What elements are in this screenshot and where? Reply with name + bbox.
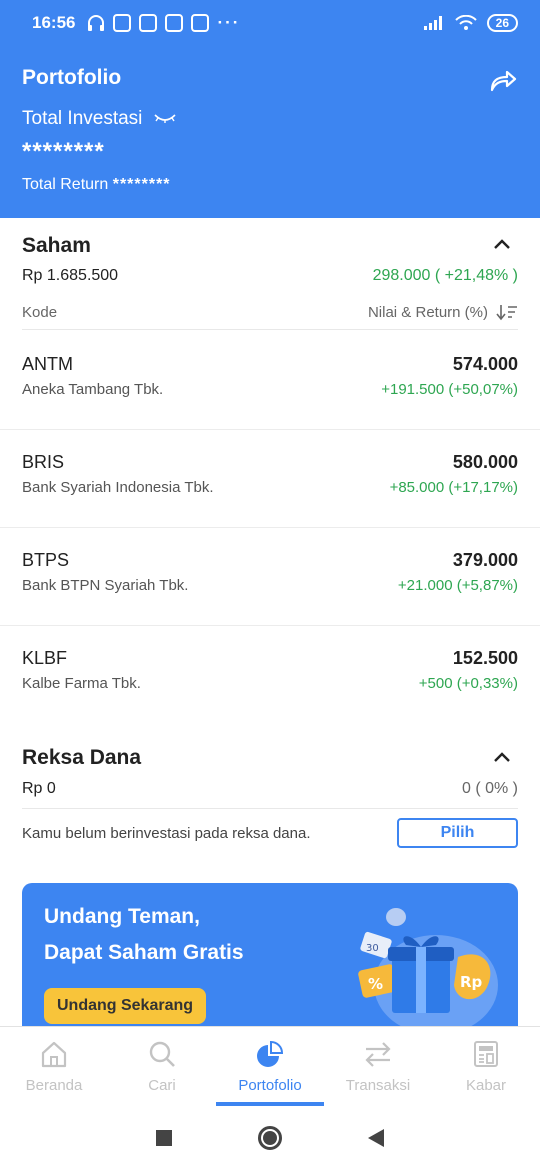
saham-title: Saham — [22, 234, 91, 257]
system-nav-bar — [0, 1106, 540, 1170]
portfolio-header: Portofolio Total Investasi ******** Tota… — [0, 46, 540, 218]
column-code-label: Kode — [22, 303, 58, 321]
saham-summary: Rp 1.685.500 298.000 ( +21,48% ) — [22, 267, 518, 285]
stock-name: Aneka Tambang Tbk. — [22, 381, 164, 398]
page-title: Portofolio — [22, 66, 122, 89]
notification-icons: ··· — [87, 13, 240, 33]
reksa-dana-empty-text: Kamu belum berinvestasi pada reksa dana. — [22, 824, 311, 842]
stock-row[interactable]: KLBF 152.500 Kalbe Farma Tbk. +500 (+0,33%… — [0, 626, 540, 724]
tab-cari[interactable]: Cari — [108, 1027, 216, 1106]
stock-row[interactable]: BRIS 580.000 Bank Syariah Indonesia Tbk. +… — [0, 430, 540, 528]
total-return-label: Total Return — [22, 176, 109, 193]
sort-icon[interactable] — [496, 303, 518, 321]
saham-section: Saham Rp 1.685.500 298.000 ( +21,48% ) K… — [22, 234, 518, 330]
battery-icon: 26 — [486, 14, 518, 32]
home-button-icon[interactable] — [258, 1126, 282, 1150]
tab-kabar[interactable]: Kabar — [432, 1027, 540, 1106]
total-return-row: Total Return ******** — [22, 176, 518, 194]
divider — [22, 329, 518, 330]
app-notification-icon — [113, 14, 132, 32]
stock-code: KLBF — [22, 648, 68, 668]
total-investment-label: Total Investasi — [22, 108, 143, 129]
chevron-up-icon[interactable] — [494, 239, 510, 249]
tab-label: Kabar — [465, 1077, 507, 1094]
percent-label: % — [368, 975, 383, 993]
stock-name: Bank Syariah Indonesia Tbk. — [22, 479, 214, 496]
eye-hidden-icon[interactable] — [154, 113, 176, 125]
status-bar: 16:56 ··· 26 — [0, 0, 540, 46]
signal-icon — [423, 16, 442, 30]
tab-label: Beranda — [25, 1077, 83, 1094]
home-icon — [41, 1041, 67, 1068]
divider — [22, 808, 518, 809]
total-investment-row: Total Investasi — [22, 108, 518, 130]
banner-title-line1: Undang Teman, — [44, 905, 200, 928]
stock-code: ANTM — [22, 354, 73, 374]
tab-label: Portofolio — [238, 1077, 302, 1094]
tab-label: Transaksi — [345, 1077, 411, 1094]
rupiah-label: Rp — [460, 973, 483, 991]
stock-value: 379.000 — [452, 550, 518, 570]
stock-return: +500 (+0,33%) — [418, 675, 518, 692]
invite-now-button[interactable]: Undang Sekarang — [44, 988, 206, 1024]
stock-code: BRIS — [22, 452, 65, 472]
share-icon[interactable] — [488, 66, 518, 96]
wifi-icon — [454, 15, 477, 30]
reksa-dana-gain: 0 ( 0% ) — [461, 780, 518, 797]
stock-name: Bank BTPN Syariah Tbk. — [22, 577, 189, 594]
stock-return: +85.000 (+17,17%) — [389, 479, 518, 496]
reksa-dana-section: Reksa Dana Rp 0 0 ( 0% ) Kamu belum beri… — [22, 746, 518, 848]
search-icon — [149, 1041, 175, 1067]
stock-value: 580.000 — [452, 452, 518, 472]
headset-icon — [88, 15, 105, 31]
stock-return: +191.500 (+50,07%) — [381, 381, 518, 398]
coupon-label: 30 — [366, 943, 379, 954]
reksa-dana-summary: Rp 0 0 ( 0% ) — [22, 780, 518, 798]
stock-value: 574.000 — [452, 354, 518, 374]
reksa-dana-title: Reksa Dana — [22, 746, 142, 769]
bottom-tab-bar: Beranda Cari Portofolio Transaksi Kabar — [0, 1026, 540, 1106]
stock-row[interactable]: ANTM 574.000 Aneka Tambang Tbk. +191.500 (… — [0, 332, 540, 430]
reksa-dana-total: Rp 0 — [22, 780, 56, 797]
saham-column-header: Kode Nilai & Return (%) — [22, 303, 518, 321]
tab-label: Cari — [148, 1077, 176, 1094]
pilih-button[interactable]: Pilih — [397, 818, 518, 848]
reksa-dana-empty-row: Kamu belum berinvestasi pada reksa dana.… — [22, 818, 518, 848]
tab-transaksi[interactable]: Transaksi — [324, 1027, 432, 1106]
app-notification-icon — [191, 14, 210, 32]
referral-banner[interactable]: Undang Teman, Dapat Saham Gratis Undang … — [22, 883, 518, 1033]
saham-total: Rp 1.685.500 — [22, 267, 119, 284]
transfer-icon — [365, 1042, 391, 1067]
saham-gain: 298.000 ( +21,48% ) — [372, 267, 518, 284]
column-value-label: Nilai & Return (%) — [367, 303, 488, 321]
stock-value: 152.500 — [452, 648, 518, 668]
message-icon — [165, 14, 184, 32]
more-notifications-icon: ··· — [217, 13, 241, 32]
total-return-value: ******** — [112, 176, 171, 193]
gift-illustration-icon: 30 % Rp — [358, 908, 498, 1033]
chevron-up-icon[interactable] — [494, 752, 510, 762]
stock-row[interactable]: BTPS 379.000 Bank BTPN Syariah Tbk. +21.00… — [0, 528, 540, 626]
total-investment-value: ******** — [22, 138, 105, 165]
tab-portofolio[interactable]: Portofolio — [216, 1027, 324, 1106]
recent-apps-icon[interactable] — [156, 1130, 172, 1146]
app-notification-icon — [139, 14, 158, 32]
tab-beranda[interactable]: Beranda — [0, 1027, 108, 1106]
pie-chart-icon — [257, 1040, 284, 1067]
stock-name: Kalbe Farma Tbk. — [22, 675, 141, 692]
stock-return: +21.000 (+5,87%) — [397, 577, 518, 594]
news-icon — [474, 1041, 498, 1067]
stock-code: BTPS — [22, 550, 70, 570]
status-time: 16:56 — [32, 13, 76, 32]
back-icon[interactable] — [368, 1129, 384, 1147]
banner-title-line2: Dapat Saham Gratis — [44, 941, 244, 964]
